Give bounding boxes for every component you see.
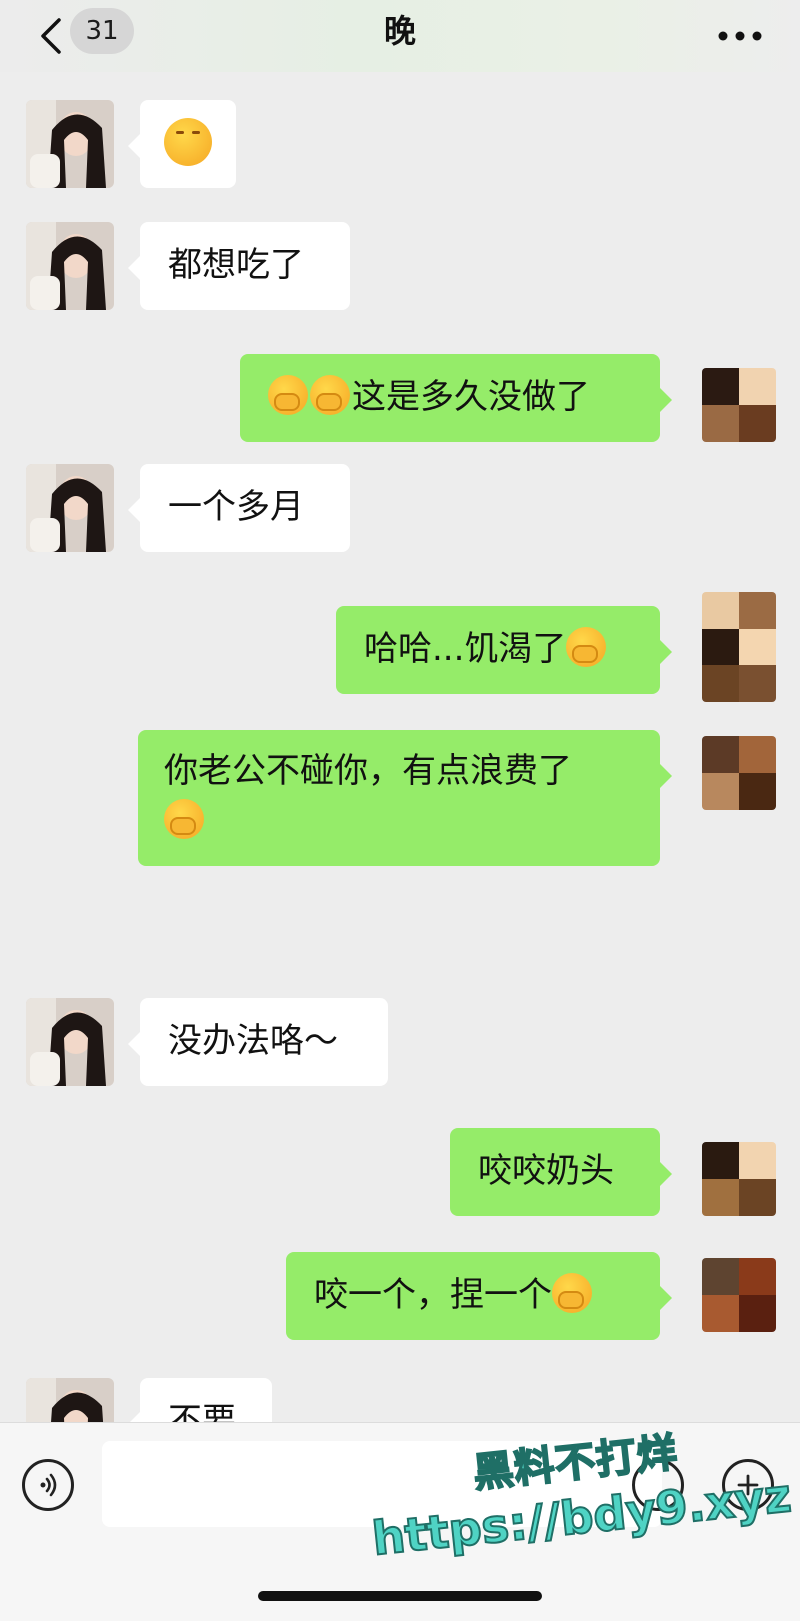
my-avatar[interactable] (702, 736, 776, 810)
contact-avatar[interactable] (26, 100, 114, 188)
my-avatar[interactable] (702, 1142, 776, 1216)
my-avatar[interactable] (702, 1258, 776, 1332)
message-bubble-outgoing[interactable]: 咬咬奶头 (450, 1128, 672, 1216)
message-bubble-incoming[interactable] (128, 100, 236, 188)
message-text: 这是多久没做了 (352, 377, 590, 417)
message-text: 咬一个，捏一个 (314, 1275, 552, 1315)
more-options-icon[interactable] (712, 16, 768, 56)
chat-message-list[interactable]: 都想吃了 这是多久没做了 一个多月 哈哈...饥渴了 你老公不碰你，有点浪费了 … (0, 72, 800, 1422)
message-bubble-incoming[interactable]: 没办法咯～ (128, 998, 388, 1086)
message-bubble-outgoing[interactable]: 这是多久没做了 (240, 354, 672, 442)
smirk-emoji-icon (552, 1273, 592, 1313)
chat-header: 31 晚 (0, 0, 800, 72)
message-text: 不要 (168, 1401, 236, 1422)
chat-title: 晚 (383, 12, 416, 50)
unread-count-badge[interactable]: 31 (70, 8, 134, 54)
message-bubble-incoming[interactable]: 不要 (128, 1378, 272, 1422)
message-bubble-outgoing[interactable]: 咬一个，捏一个 (286, 1252, 672, 1340)
my-avatar[interactable] (702, 592, 776, 702)
blush-emoji-icon (164, 118, 212, 166)
message-text: 没办法咯～ (168, 1021, 338, 1061)
contact-avatar[interactable] (26, 222, 114, 310)
contact-avatar[interactable] (26, 1378, 114, 1422)
message-text: 哈哈...饥渴了 (364, 629, 567, 669)
message-text: 你老公不碰你，有点浪费了 (164, 751, 572, 791)
smirk-emoji-icon (268, 375, 308, 415)
message-bubble-outgoing[interactable]: 哈哈...饥渴了 (336, 606, 672, 694)
smirk-emoji-icon (310, 375, 350, 415)
message-text: 咬咬奶头 (478, 1151, 614, 1191)
message-bubble-incoming[interactable]: 一个多月 (128, 464, 350, 552)
voice-input-icon[interactable] (22, 1459, 74, 1511)
smirk-emoji-icon (566, 627, 607, 667)
message-text: 一个多月 (168, 487, 304, 527)
my-avatar[interactable] (702, 368, 776, 442)
message-text: 都想吃了 (168, 245, 304, 285)
message-bubble-outgoing[interactable]: 你老公不碰你，有点浪费了 (138, 730, 672, 866)
back-arrow-icon[interactable] (36, 16, 66, 56)
message-bubble-incoming[interactable]: 都想吃了 (128, 222, 350, 310)
smirk-emoji-icon (164, 799, 204, 839)
contact-avatar[interactable] (26, 998, 114, 1086)
contact-avatar[interactable] (26, 464, 114, 552)
